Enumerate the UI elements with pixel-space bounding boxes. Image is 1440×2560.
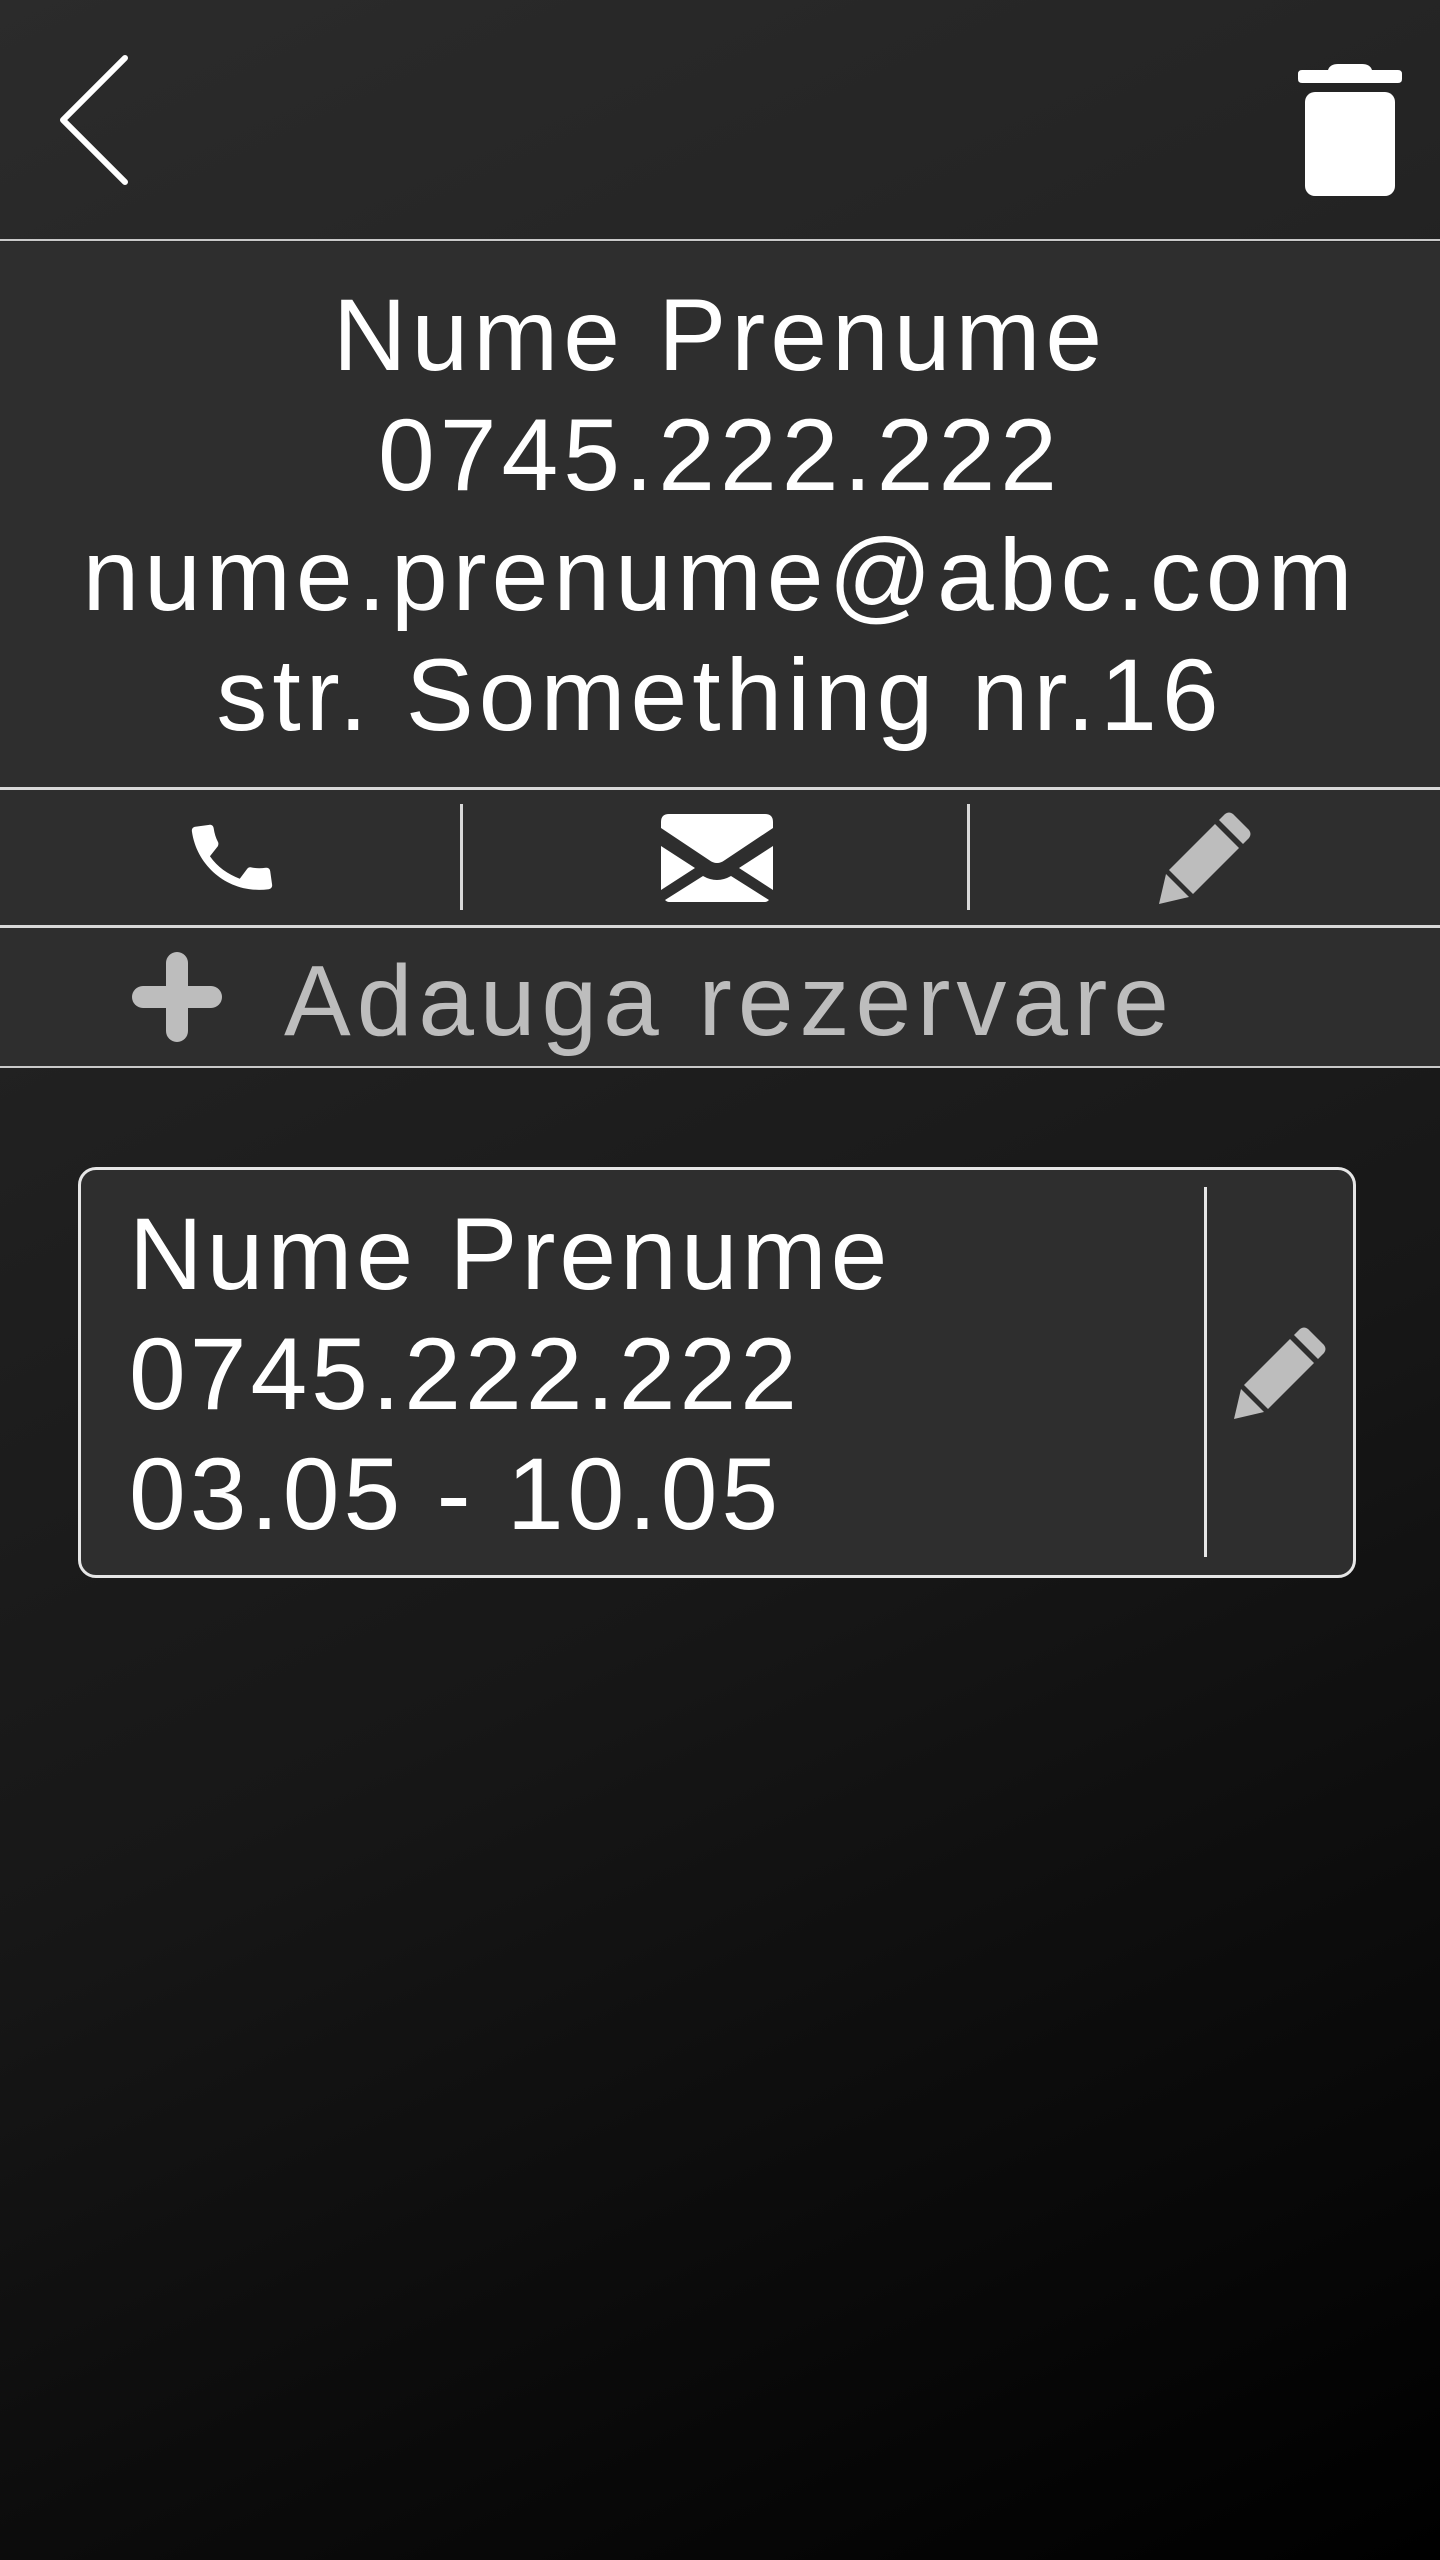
pencil-icon (1159, 812, 1251, 904)
booking-card[interactable]: Nume Prenume 0745.222.222 03.05 - 10.05 (78, 1167, 1356, 1578)
contact-actions (0, 790, 1440, 928)
phone-icon (191, 824, 272, 890)
call-button[interactable] (0, 790, 463, 925)
add-booking-label: Adauga rezervare (284, 945, 1175, 1057)
booking-phone: 0745.222.222 (129, 1317, 801, 1431)
trash-icon (1298, 64, 1402, 196)
contact-email: nume.prenume@abc.com (82, 517, 1358, 632)
envelope-icon (660, 813, 773, 902)
back-button[interactable] (40, 40, 160, 210)
chevron-left-icon (60, 55, 128, 185)
edit-booking-button[interactable] (1207, 1170, 1353, 1575)
booking-dates: 03.05 - 10.05 (129, 1437, 783, 1551)
email-button[interactable] (463, 790, 970, 925)
delete-button[interactable] (1290, 55, 1410, 205)
contact-phone: 0745.222.222 (378, 397, 1062, 512)
add-booking-button[interactable]: Adauga rezervare (0, 928, 1440, 1068)
top-bar (0, 0, 1440, 241)
contact-name: Nume Prenume (332, 277, 1108, 392)
pencil-icon (1234, 1327, 1326, 1419)
plus-icon (132, 952, 222, 1042)
edit-contact-button[interactable] (970, 790, 1440, 925)
booking-name: Nume Prenume (129, 1197, 892, 1311)
booking-details: Nume Prenume 0745.222.222 03.05 - 10.05 (129, 1194, 891, 1554)
contact-address: str. Something nr.16 (216, 637, 1224, 752)
contact-details: Nume Prenume 0745.222.222 nume.prenume@a… (0, 242, 1440, 790)
